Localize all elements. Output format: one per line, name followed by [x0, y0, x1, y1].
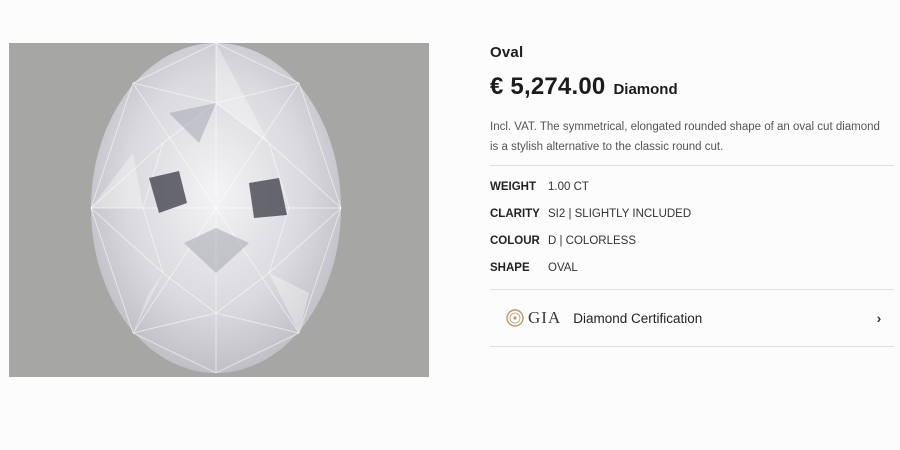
spec-list: WEIGHT 1.00 CT CLARITY SI2 | SLIGHTLY IN… [490, 173, 894, 281]
certification-label: Diamond Certification [573, 310, 703, 326]
gia-logo-text: GIA [528, 308, 562, 327]
divider [490, 165, 894, 166]
spec-value: 1.00 CT [548, 180, 589, 193]
spec-row-weight: WEIGHT 1.00 CT [490, 173, 894, 200]
spec-label: SHAPE [490, 261, 530, 274]
product-price: € 5,274.00 [490, 73, 606, 100]
spec-value: D | COLORLESS [548, 234, 636, 247]
spec-row-colour: COLOUR D | COLORLESS [490, 227, 894, 254]
spec-value: OVAL [548, 261, 578, 274]
product-info: Oval € 5,274.00 Diamond Incl. VAT. The s… [490, 44, 894, 347]
product-description: Incl. VAT. The symmetrical, elongated ro… [490, 121, 880, 153]
diamond-image[interactable] [9, 43, 429, 377]
gia-seal-icon [506, 309, 524, 327]
chevron-right-icon[interactable]: › [864, 310, 894, 326]
product-title: Oval [490, 44, 524, 61]
spec-row-clarity: CLARITY SI2 | SLIGHTLY INCLUDED [490, 200, 894, 227]
spec-value: SI2 | SLIGHTLY INCLUDED [548, 207, 692, 220]
oval-diamond-illustration [9, 43, 429, 377]
certification-link[interactable]: GIA Diamond Certification › [490, 289, 894, 347]
spec-label: COLOUR [490, 234, 540, 247]
gia-logo: GIA [506, 308, 561, 328]
spec-row-shape: SHAPE OVAL [490, 254, 894, 281]
product-page: Oval € 5,274.00 Diamond Incl. VAT. The s… [0, 0, 900, 450]
spec-label: CLARITY [490, 207, 540, 220]
price-row: € 5,274.00 Diamond [490, 73, 894, 105]
spec-label: WEIGHT [490, 180, 536, 193]
price-suffix: Diamond [613, 81, 678, 98]
